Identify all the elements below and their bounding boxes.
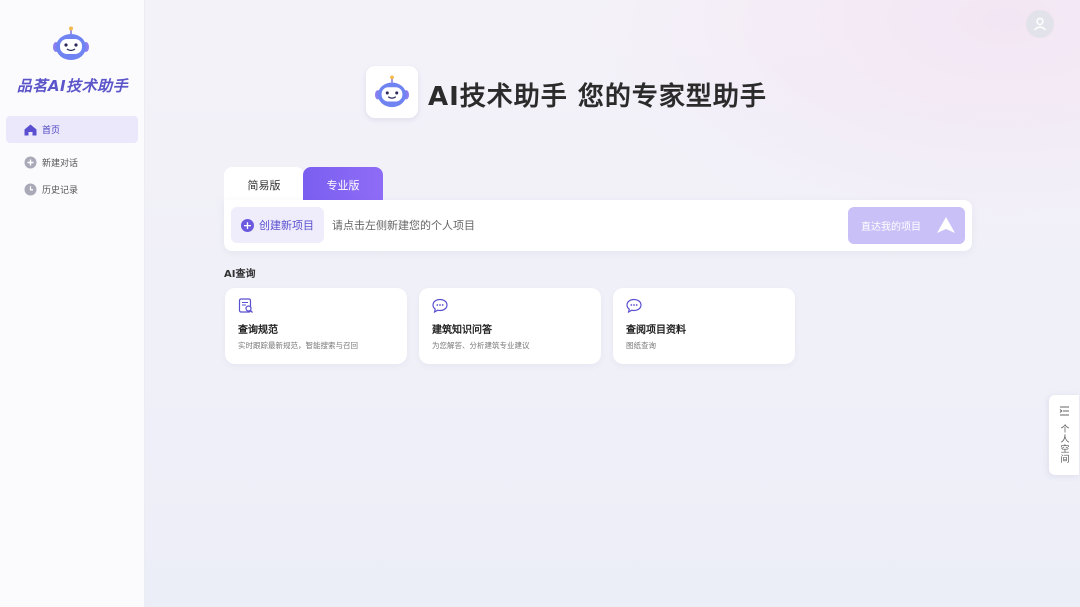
tab-simple[interactable]: 简易版 bbox=[224, 167, 304, 203]
user-avatar[interactable] bbox=[1026, 10, 1054, 38]
card-title: 建筑知识问答 bbox=[432, 325, 492, 336]
brand-title: 品茗AI技术助手 bbox=[16, 77, 129, 95]
chat-bubble-icon bbox=[432, 298, 448, 314]
clock-icon bbox=[23, 183, 37, 197]
personal-space-label: 个人空间 bbox=[1058, 424, 1069, 464]
sidebar-nav: 首页 新建对话 历史记录 bbox=[6, 116, 138, 203]
plus-icon: + bbox=[241, 218, 254, 232]
user-icon bbox=[1033, 17, 1047, 31]
robot-logo-icon bbox=[51, 26, 91, 62]
card-building-qa[interactable]: 建筑知识问答 为您解答、分析建筑专业建议 bbox=[419, 288, 601, 364]
create-project-button[interactable]: + 创建新项目 bbox=[231, 207, 324, 243]
document-search-icon bbox=[238, 298, 254, 314]
chat-bubble-icon bbox=[626, 298, 642, 314]
sidebar-item-history[interactable]: 历史记录 bbox=[6, 176, 138, 203]
card-desc: 图纸查询 bbox=[626, 341, 656, 350]
card-project-docs[interactable]: 查阅项目资料 图纸查询 bbox=[613, 288, 795, 364]
card-desc: 实时跟踪最新规范，智能搜索与召回 bbox=[238, 341, 358, 350]
home-icon bbox=[23, 123, 37, 137]
sidebar-item-home[interactable]: 首页 bbox=[6, 116, 138, 143]
card-desc: 为您解答、分析建筑专业建议 bbox=[432, 341, 530, 350]
send-arrow-icon bbox=[936, 216, 956, 237]
sidebar-item-new-chat[interactable]: 新建对话 bbox=[6, 149, 138, 176]
goto-my-project-button[interactable]: 直达我的项目 bbox=[848, 207, 965, 244]
plus-circle-icon bbox=[23, 156, 37, 170]
tab-pro[interactable]: 专业版 bbox=[303, 167, 383, 203]
section-title: AI查询 bbox=[224, 269, 256, 280]
sidebar-item-label: 历史记录 bbox=[42, 186, 79, 196]
card-title: 查询规范 bbox=[238, 325, 278, 336]
sidebar-item-label: 首页 bbox=[42, 126, 61, 136]
hero-robot-icon bbox=[366, 66, 418, 118]
page-title: AI技术助手 您的专家型助手 bbox=[428, 82, 767, 112]
card-title: 查阅项目资料 bbox=[626, 325, 686, 336]
goto-my-project-label: 直达我的项目 bbox=[861, 222, 921, 233]
personal-space-tab[interactable]: 个人空间 bbox=[1049, 395, 1079, 475]
project-input[interactable] bbox=[332, 214, 832, 236]
sidebar: 品茗AI技术助手 首页 新建对话 历史记录 bbox=[0, 0, 145, 607]
list-indent-icon bbox=[1059, 401, 1070, 420]
sidebar-item-label: 新建对话 bbox=[42, 159, 79, 169]
card-query-standards[interactable]: 查询规范 实时跟踪最新规范，智能搜索与召回 bbox=[225, 288, 407, 364]
create-project-label: 创建新项目 bbox=[259, 219, 314, 232]
project-bar: + 创建新项目 直达我的项目 bbox=[224, 200, 972, 251]
